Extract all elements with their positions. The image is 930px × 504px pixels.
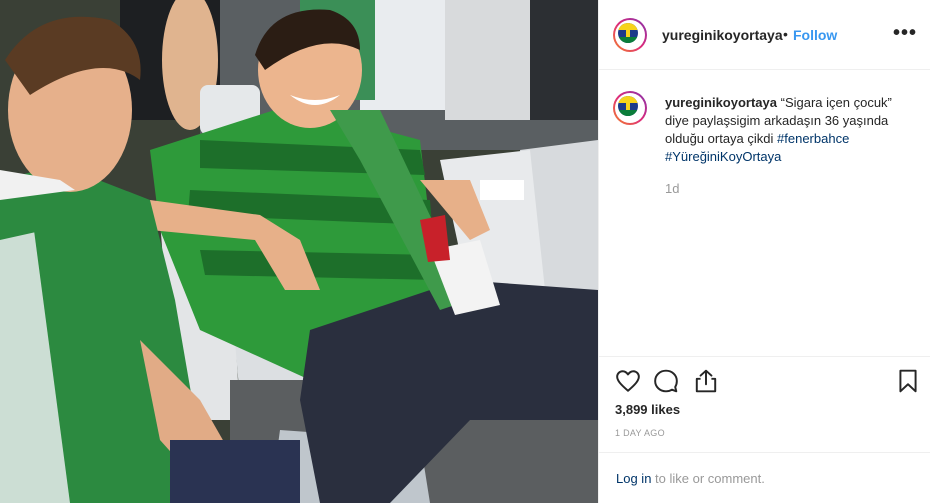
club-logo-icon	[618, 23, 638, 43]
hashtag-link[interactable]: #YüreğiniKoyOrtaya	[665, 149, 781, 164]
bookmark-icon[interactable]	[895, 368, 921, 394]
follow-button[interactable]: Follow	[793, 27, 837, 43]
separator-dot: •	[783, 26, 788, 42]
profile-avatar[interactable]	[613, 18, 647, 52]
club-logo-icon	[618, 96, 638, 116]
login-prompt-text: to like or comment.	[651, 471, 765, 486]
post-photo[interactable]	[0, 0, 598, 503]
comment-icon[interactable]	[653, 368, 679, 394]
hashtag-link[interactable]: #fenerbahce	[777, 131, 849, 146]
share-icon[interactable]	[693, 368, 719, 394]
stadium-photo-illustration	[0, 0, 598, 503]
post-time-ago[interactable]: 1 DAY AGO	[615, 428, 665, 438]
caption-timestamp[interactable]: 1d	[665, 181, 679, 196]
likes-count[interactable]: 3,899 likes	[615, 402, 680, 417]
header-username[interactable]: yureginikoyortaya	[662, 27, 783, 43]
post-header: yureginikoyortaya • Follow •••	[599, 0, 930, 70]
post-sidebar: yureginikoyortaya • Follow ••• yureginik…	[598, 0, 930, 503]
caption-username[interactable]: yureginikoyortaya	[665, 95, 777, 110]
heart-icon[interactable]	[615, 368, 641, 394]
more-options-icon[interactable]: •••	[893, 22, 917, 45]
comment-footer: Log in to like or comment.	[599, 452, 930, 504]
login-link[interactable]: Log in	[616, 471, 651, 486]
instagram-post: yureginikoyortaya • Follow ••• yureginik…	[0, 0, 930, 503]
post-caption: yureginikoyortaya “Sigara içen çocuk” di…	[665, 94, 915, 166]
actions-divider	[599, 356, 930, 358]
caption-avatar[interactable]	[613, 91, 647, 125]
login-prompt: Log in to like or comment.	[616, 471, 765, 486]
